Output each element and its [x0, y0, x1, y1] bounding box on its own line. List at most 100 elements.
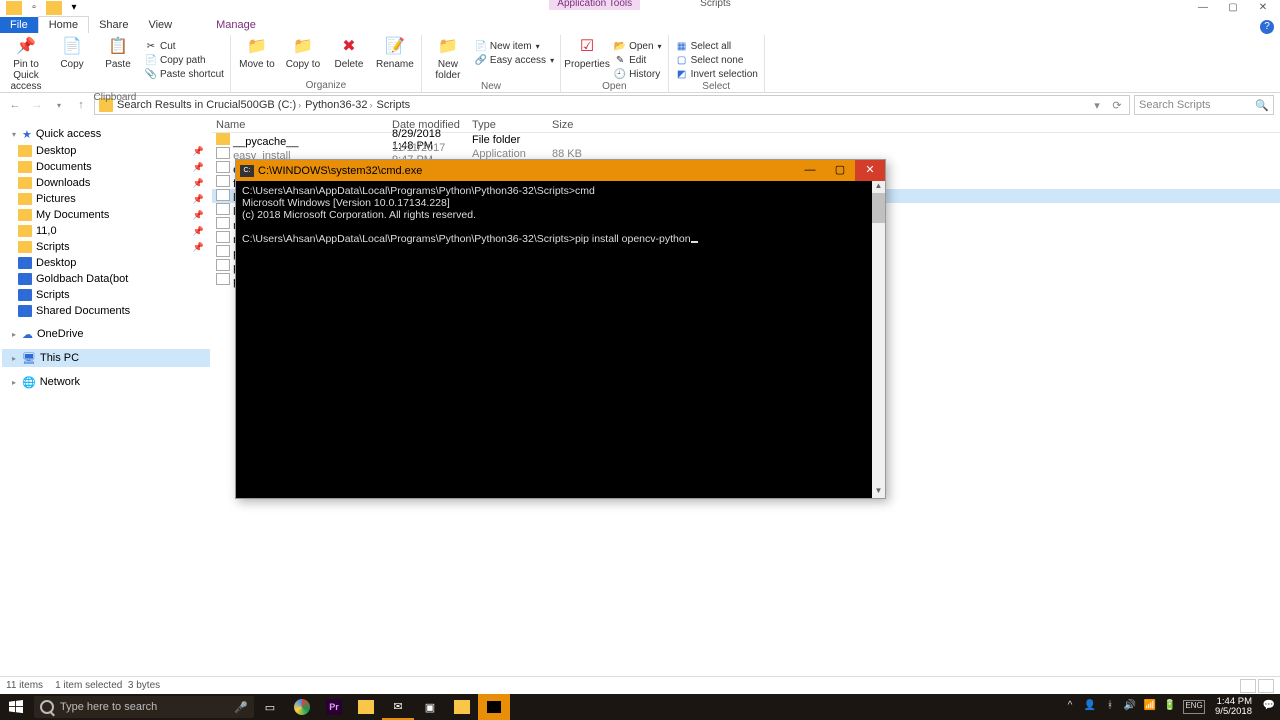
tray-notifications-icon[interactable]: 💬: [1262, 700, 1276, 714]
sidebar-item[interactable]: Desktop: [2, 255, 210, 271]
sidebar-item[interactable]: Downloads📌: [2, 175, 210, 191]
chevron-right-icon: ▸: [10, 354, 18, 363]
edit-button[interactable]: ✎Edit: [613, 53, 661, 67]
easy-icon: 🔗: [474, 53, 488, 67]
cmd-close-button[interactable]: ✕: [855, 160, 885, 181]
taskbar-explorer-icon[interactable]: [350, 694, 382, 720]
refresh-button[interactable]: ⟳: [1109, 99, 1125, 112]
sidebar-item[interactable]: My Documents📌: [2, 207, 210, 223]
start-button[interactable]: [0, 694, 32, 720]
close-button[interactable]: ✕: [1248, 2, 1278, 16]
delete-button[interactable]: ✖Delete: [329, 35, 369, 70]
sidebar-item[interactable]: Scripts📌: [2, 239, 210, 255]
cmd-icon: [240, 165, 254, 177]
cut-button[interactable]: ✂Cut: [144, 39, 224, 53]
easy-access-button[interactable]: 🔗Easy access▾: [474, 53, 554, 67]
folder-icon: [18, 193, 32, 205]
copy-button[interactable]: 📄 Copy: [52, 35, 92, 70]
new-folder-button[interactable]: 📁New folder: [428, 35, 468, 81]
minimize-button[interactable]: —: [1188, 2, 1218, 16]
move-to-button[interactable]: 📁Move to: [237, 35, 277, 70]
taskbar: Type here to search 🎤 ▭ Pr ✉ ▣ ^ 👤 ᚼ 🔊 📶…: [0, 694, 1280, 720]
tab-share[interactable]: Share: [89, 17, 138, 33]
cmd-maximize-button[interactable]: ▢: [825, 160, 855, 181]
pin-quick-access-button[interactable]: 📌 Pin to Quick access: [6, 35, 46, 92]
pin-icon: 📌: [14, 35, 38, 57]
cmd-minimize-button[interactable]: —: [795, 160, 825, 181]
address-dropdown-icon[interactable]: ▾: [1089, 99, 1105, 112]
chevron-down-icon: ▾: [10, 130, 18, 139]
sidebar-this-pc[interactable]: ▸ 🖥 This PC: [2, 349, 210, 367]
tray-people-icon[interactable]: 👤: [1083, 700, 1097, 714]
copy-icon: 📄: [60, 35, 84, 57]
address-bar[interactable]: Search Results in Crucial500GB (C:)› Pyt…: [94, 95, 1130, 115]
taskbar-premiere-icon[interactable]: Pr: [318, 694, 350, 720]
tray-clock[interactable]: 1:44 PM 9/5/2018: [1211, 697, 1256, 717]
select-none-button[interactable]: ▢Select none: [675, 53, 758, 67]
taskbar-mail-icon[interactable]: ✉: [382, 694, 414, 720]
taskview-button[interactable]: ▭: [254, 694, 286, 720]
tab-file[interactable]: File: [0, 17, 38, 33]
pin-icon: 📌: [193, 242, 204, 253]
view-icons-button[interactable]: [1258, 679, 1274, 693]
tray-lang-icon[interactable]: ENG: [1183, 700, 1205, 714]
cmd-window[interactable]: C:\WINDOWS\system32\cmd.exe — ▢ ✕ C:\Use…: [235, 159, 886, 499]
file-list-header[interactable]: Name Date modified Type Size: [212, 117, 1280, 133]
tab-view[interactable]: View: [138, 17, 182, 33]
scroll-down-icon[interactable]: ▼: [872, 486, 885, 498]
tray-volume-icon[interactable]: 🔊: [1123, 700, 1137, 714]
cmd-scrollbar[interactable]: ▲ ▼: [872, 181, 885, 498]
sidebar-item[interactable]: Scripts: [2, 287, 210, 303]
taskbar-cmd-icon[interactable]: [478, 694, 510, 720]
taskbar-folder-icon[interactable]: [446, 694, 478, 720]
star-icon: ★: [22, 128, 32, 141]
sidebar-onedrive[interactable]: ▸ ☁ OneDrive: [2, 325, 210, 343]
select-all-button[interactable]: ▦Select all: [675, 39, 758, 53]
history-button[interactable]: 🕘History: [613, 67, 661, 81]
tray-caret-icon[interactable]: ^: [1063, 700, 1077, 714]
help-icon[interactable]: ?: [1260, 20, 1274, 34]
tray-network-icon[interactable]: 📶: [1143, 700, 1157, 714]
sidebar-network[interactable]: ▸ 🌐 Network: [2, 373, 210, 391]
search-input[interactable]: Search Scripts 🔍: [1134, 95, 1274, 115]
tray-bluetooth-icon[interactable]: ᚼ: [1103, 700, 1117, 714]
file-row[interactable]: __pycache__8/29/2018 1:48 PMFile folder: [212, 133, 1280, 147]
taskbar-search-input[interactable]: Type here to search 🎤: [34, 696, 254, 718]
paste-button[interactable]: 📋 Paste: [98, 35, 138, 70]
sidebar-item[interactable]: Documents📌: [2, 159, 210, 175]
cmd-terminal[interactable]: C:\Users\Ahsan\AppData\Local\Programs\Py…: [236, 181, 885, 498]
view-details-button[interactable]: [1240, 679, 1256, 693]
copy-path-button[interactable]: 📄Copy path: [144, 53, 224, 67]
cmd-title-bar[interactable]: C:\WINDOWS\system32\cmd.exe — ▢ ✕: [236, 160, 885, 181]
sidebar-quick-access[interactable]: ▾ ★ Quick access: [2, 125, 210, 143]
maximize-button[interactable]: ▢: [1218, 2, 1248, 16]
sidebar-item[interactable]: Pictures📌: [2, 191, 210, 207]
properties-icon: ☑: [575, 35, 599, 57]
taskbar-chrome-icon[interactable]: [286, 694, 318, 720]
tray-battery-icon[interactable]: 🔋: [1163, 700, 1177, 714]
scroll-up-icon[interactable]: ▲: [872, 181, 885, 193]
sidebar-item[interactable]: Desktop📌: [2, 143, 210, 159]
scroll-thumb[interactable]: [872, 193, 885, 223]
sidebar-item[interactable]: Goldbach Data(bot: [2, 271, 210, 287]
rename-button[interactable]: 📝Rename: [375, 35, 415, 70]
open-button[interactable]: 📂Open▾: [613, 39, 661, 53]
taskbar-app-icon[interactable]: ▣: [414, 694, 446, 720]
qat-props-icon[interactable]: ▫: [26, 1, 42, 15]
file-icon: [216, 203, 230, 215]
new-item-button[interactable]: 📄New item▾: [474, 39, 554, 53]
tab-manage[interactable]: Manage: [202, 17, 270, 33]
file-icon: [216, 259, 230, 271]
qat-dropdown-icon[interactable]: ▾: [66, 1, 82, 15]
sidebar-item[interactable]: Shared Documents: [2, 303, 210, 319]
qat-new-icon[interactable]: [46, 1, 62, 15]
properties-button[interactable]: ☑Properties: [567, 35, 607, 70]
mic-icon[interactable]: 🎤: [234, 701, 248, 714]
paste-shortcut-button[interactable]: 📎Paste shortcut: [144, 67, 224, 81]
tab-home[interactable]: Home: [38, 16, 89, 33]
pin-icon: 📌: [193, 178, 204, 189]
copy-to-button[interactable]: 📁Copy to: [283, 35, 323, 70]
file-icon: [216, 217, 230, 229]
sidebar-item[interactable]: 11,0📌: [2, 223, 210, 239]
invert-selection-button[interactable]: ◩Invert selection: [675, 67, 758, 81]
